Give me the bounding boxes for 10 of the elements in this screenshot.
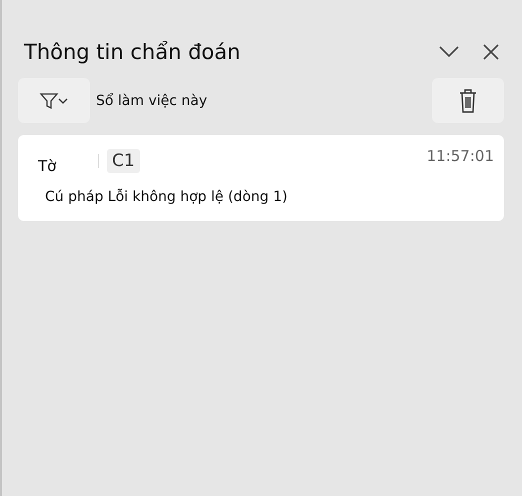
delete-button[interactable]	[432, 78, 504, 123]
timestamp: 11:57:01	[426, 147, 494, 165]
cell-reference: C1	[107, 149, 140, 173]
trash-icon	[459, 88, 477, 112]
diagnostic-message: Cú pháp Lỗi không hợp lệ (dòng 1)	[45, 189, 288, 205]
sheet-label: Tờ	[38, 157, 58, 175]
filter-button[interactable]	[18, 78, 90, 123]
scope-label: Sổ làm việc này	[96, 92, 208, 108]
filter-icon	[39, 92, 69, 110]
panel-title: Thông tin chẩn đoán	[23, 40, 240, 64]
